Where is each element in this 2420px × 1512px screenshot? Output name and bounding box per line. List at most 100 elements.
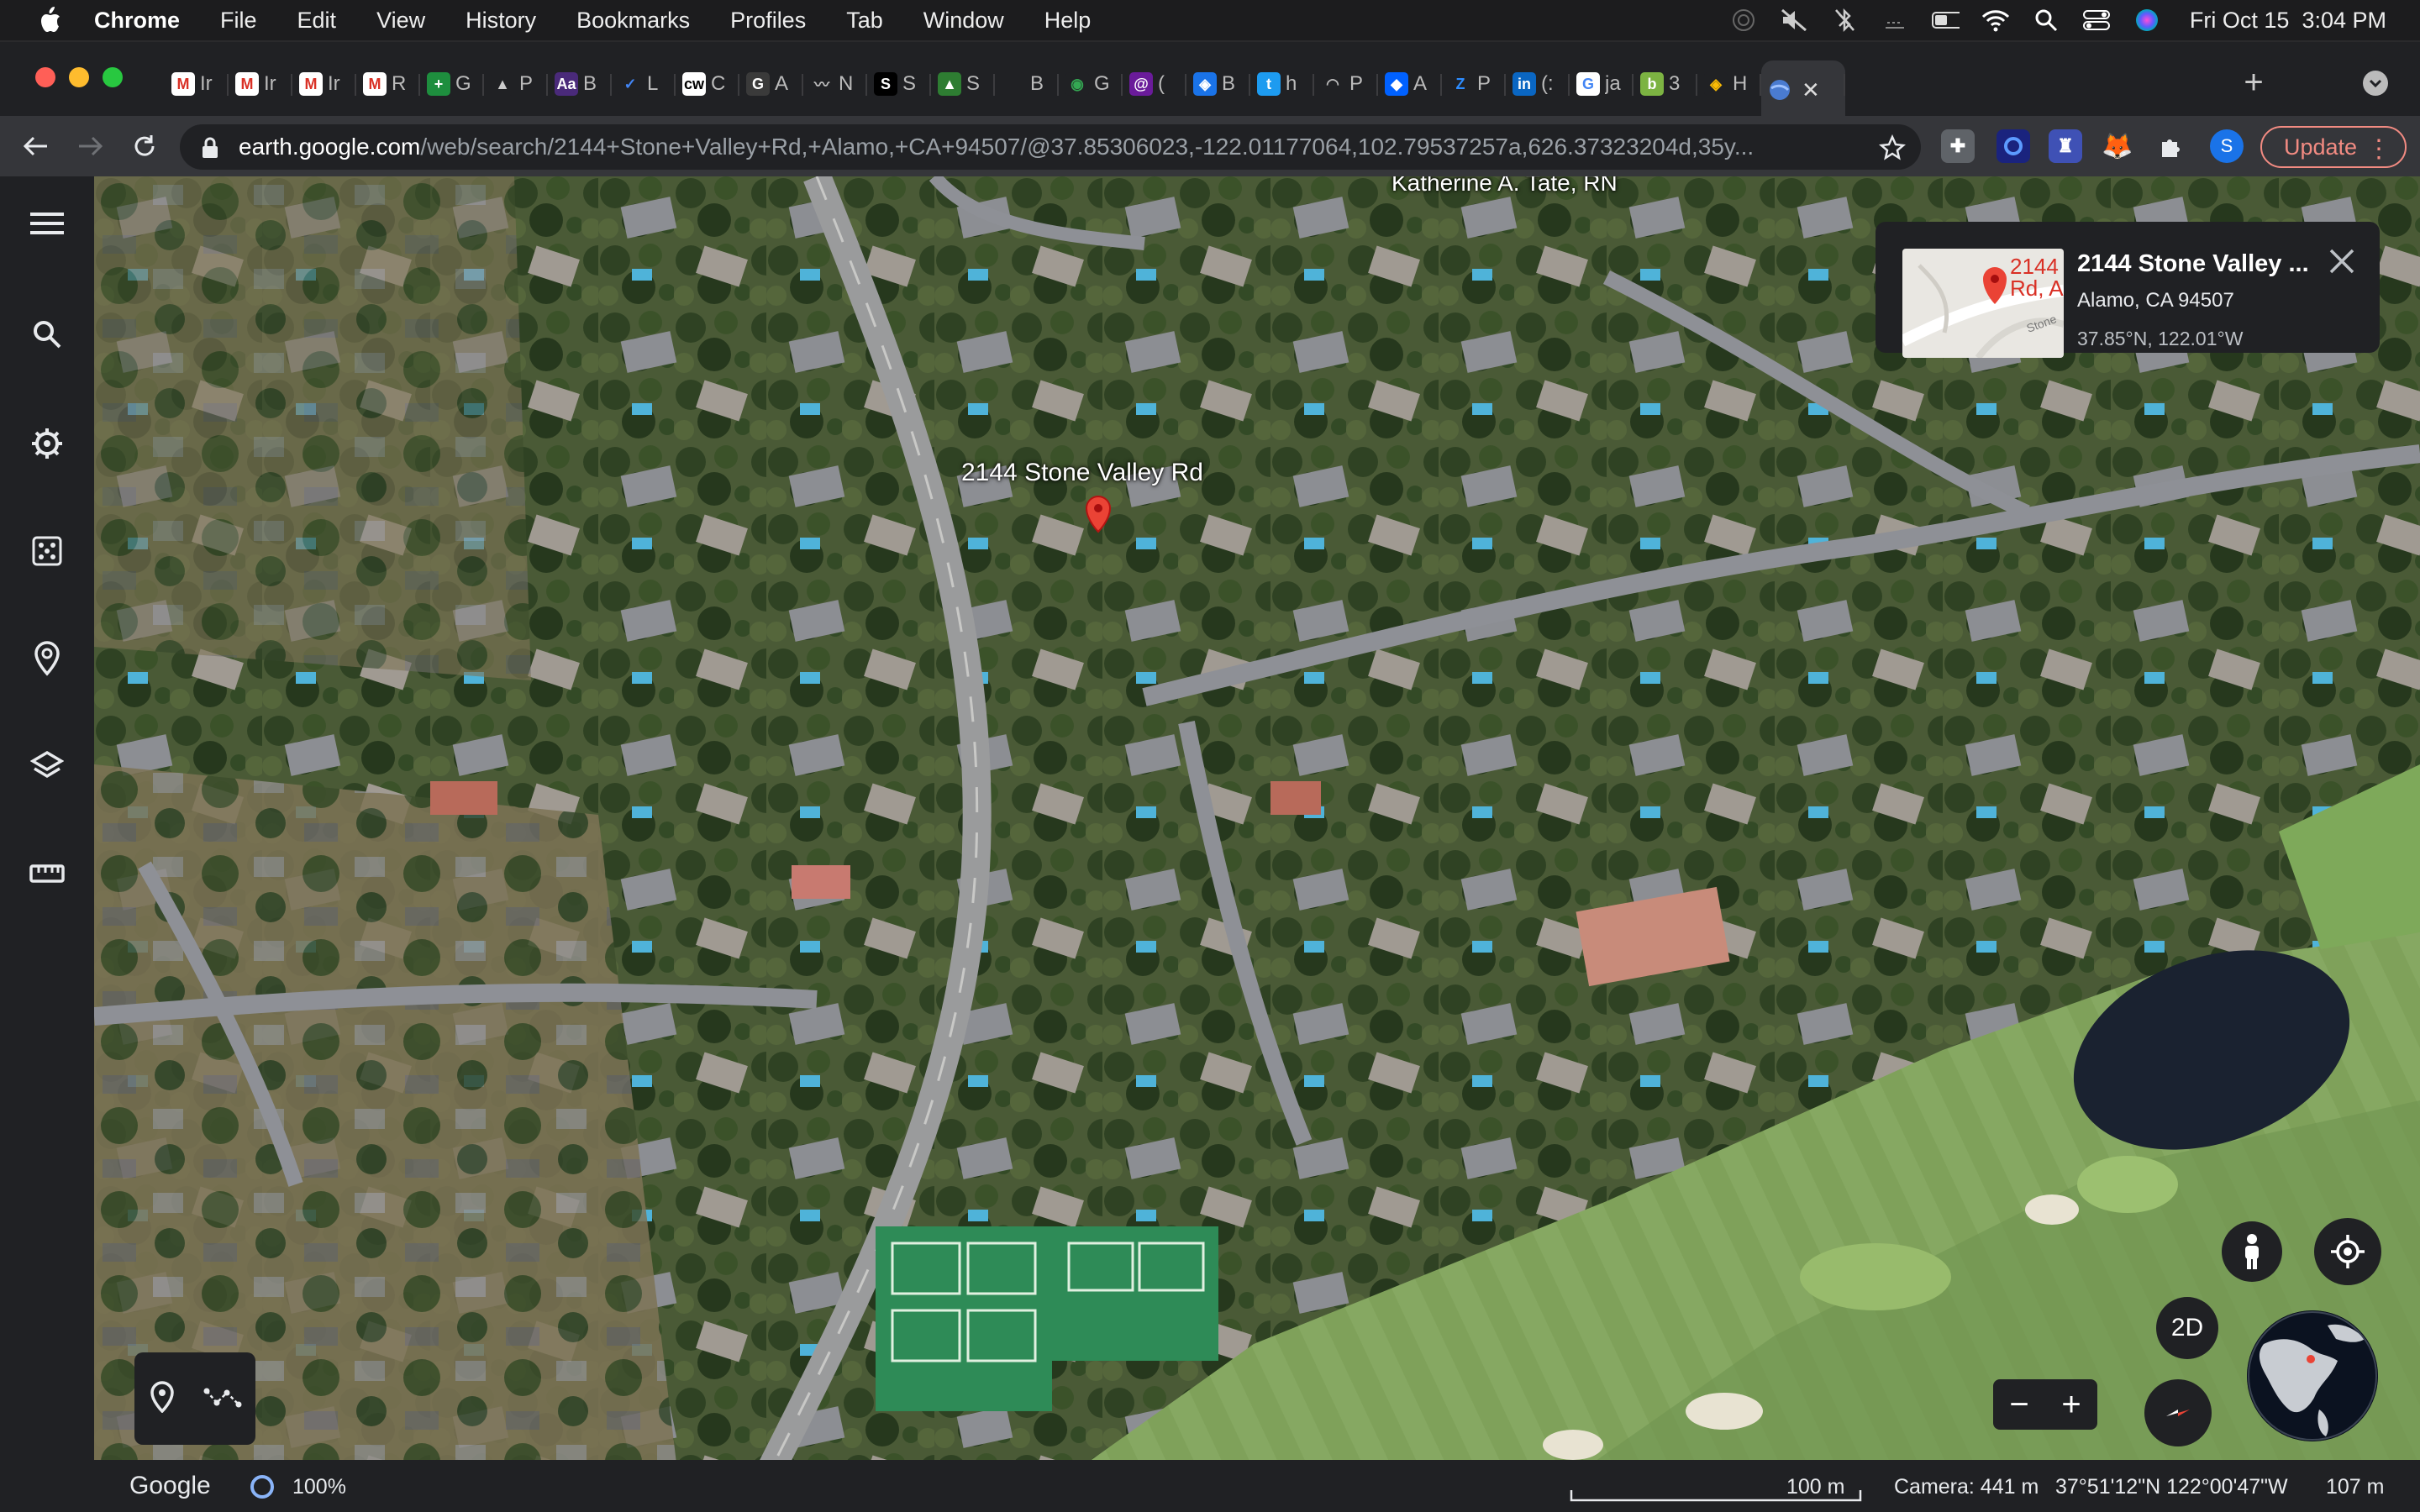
tab-favicon-icon: ▲ [491, 72, 514, 96]
scale-label: 100 m [1786, 1475, 1845, 1499]
browser-tab[interactable]: ✓ L [612, 60, 676, 108]
map-label-business[interactable]: Katherine A. Tate, RN [1392, 176, 1618, 197]
network-monitor-icon[interactable] [1881, 8, 1909, 33]
window-minimize-button[interactable] [69, 67, 89, 87]
menu-file[interactable]: File [220, 8, 257, 34]
tab-title: N [839, 72, 854, 95]
menu-app-name[interactable]: Chrome [94, 8, 180, 34]
window-close-button[interactable] [35, 67, 55, 87]
menu-help[interactable]: Help [1044, 8, 1092, 34]
browser-tab[interactable]: SS [867, 60, 931, 108]
overview-globe[interactable] [2247, 1310, 2378, 1441]
browser-tab[interactable]: @( [1123, 60, 1186, 108]
extension-metamask-icon[interactable]: 🦊 [2101, 129, 2134, 163]
lock-icon[interactable] [200, 136, 220, 165]
more-menu-icon[interactable]: ⋮ [2366, 134, 2391, 164]
update-button[interactable]: Update ⋮ [2260, 126, 2407, 168]
tab-favicon-icon: + [427, 72, 450, 96]
projects-pin-icon[interactable] [24, 635, 71, 682]
spotlight-search-icon[interactable] [2032, 8, 2060, 33]
menu-profiles[interactable]: Profiles [730, 8, 806, 34]
extension-person-icon[interactable]: ♜ [2049, 129, 2082, 163]
address-bar[interactable]: earth.google.com/web/search/2144+Stone+V… [180, 124, 1921, 170]
extensions-puzzle-icon[interactable] [2154, 129, 2188, 163]
browser-tab[interactable]: Gja [1570, 60, 1634, 108]
browser-tab[interactable]: ◆ A [1378, 60, 1442, 108]
browser-tab[interactable]: ▲ P [484, 60, 548, 108]
zoom-out-button[interactable]: − [2009, 1386, 2028, 1424]
compass-icon[interactable] [2144, 1379, 2212, 1446]
map-style-layers-icon[interactable] [24, 743, 71, 790]
browser-tab[interactable]: in (: [1506, 60, 1570, 108]
control-center-icon[interactable] [2082, 8, 2111, 33]
bluetooth-off-icon[interactable] [1830, 8, 1859, 33]
browser-tab[interactable]: 〰 N [803, 60, 867, 108]
add-placemark-icon[interactable] [149, 1380, 176, 1417]
url-host: earth.google.com [239, 134, 421, 160]
siri-icon[interactable] [2133, 8, 2161, 33]
extension-translate-icon[interactable]: ✚ [1941, 129, 1975, 163]
menu-hamburger-icon[interactable] [24, 200, 71, 247]
menu-view[interactable]: View [376, 8, 425, 34]
browser-tab[interactable]: B [995, 60, 1059, 108]
browser-tab[interactable]: ◉ G [1059, 60, 1123, 108]
browser-tab[interactable]: M Ir [165, 60, 229, 108]
menu-tab[interactable]: Tab [846, 8, 883, 34]
browser-tab[interactable]: cw C [676, 60, 739, 108]
close-icon[interactable] [2328, 247, 2356, 276]
forward-button[interactable] [72, 128, 109, 165]
menu-window[interactable]: Window [923, 8, 1004, 34]
wifi-icon[interactable] [1981, 8, 2010, 33]
browser-tab[interactable]: + G [420, 60, 484, 108]
menu-history[interactable]: History [466, 8, 536, 34]
search-icon[interactable] [24, 311, 71, 358]
battery-icon[interactable] [1931, 8, 1960, 33]
browser-tab[interactable]: b3 [1634, 60, 1697, 108]
browser-tab-active[interactable]: ✕ [1761, 60, 1845, 119]
tab-favicon-icon: ◉ [1065, 72, 1089, 96]
pegman-street-view-icon[interactable] [2222, 1221, 2282, 1282]
place-thumbnail-map[interactable]: 2144 Rd, A Stone [1902, 249, 2064, 358]
tab-close-icon[interactable]: ✕ [1802, 77, 1820, 103]
my-location-icon[interactable] [2314, 1218, 2381, 1285]
google-earth-viewport: Katherine A. Tate, RN 2144 Stone Valley … [0, 176, 2420, 1512]
browser-tab[interactable]: ▲ S [931, 60, 995, 108]
browser-tab[interactable]: M Ir [292, 60, 356, 108]
thumb-label-line2: Rd, A [2010, 276, 2064, 301]
bookmark-star-icon[interactable] [1879, 134, 1906, 167]
browser-tab[interactable]: ZP [1442, 60, 1506, 108]
menubar-clock[interactable]: Fri Oct 15 3:04 PM [2190, 8, 2386, 34]
profile-avatar[interactable]: S [2210, 129, 2244, 163]
feeling-lucky-dice-icon[interactable] [24, 528, 71, 575]
mute-icon[interactable] [1780, 8, 1808, 33]
browser-tab[interactable]: th [1250, 60, 1314, 108]
browser-tab[interactable]: MR [356, 60, 420, 108]
browser-tab[interactable]: GA [739, 60, 803, 108]
voyager-icon[interactable] [24, 420, 71, 467]
new-tab-button[interactable]: + [2235, 64, 2272, 101]
extension-circle-icon[interactable] [1996, 129, 2030, 163]
tab-title: ( [1158, 72, 1165, 95]
menu-edit[interactable]: Edit [297, 8, 337, 34]
toggle-2d-button[interactable]: 2D [2156, 1297, 2218, 1359]
browser-tab[interactable]: Aa B [548, 60, 612, 108]
place-info-card[interactable]: 2144 Rd, A Stone 2144 Stone Valley ... A… [1876, 222, 2380, 358]
browser-tab[interactable]: M Ir [229, 60, 292, 108]
tab-title: H [1733, 72, 1748, 95]
airdrop-icon[interactable] [1729, 8, 1758, 33]
back-button[interactable] [17, 128, 54, 165]
browser-tab[interactable]: ◈ H [1697, 60, 1761, 108]
map-place-label[interactable]: 2144 Stone Valley Rd [961, 459, 1203, 487]
satellite-map[interactable] [94, 176, 2420, 1512]
tab-title: S [902, 72, 917, 95]
tab-search-button[interactable] [2363, 71, 2388, 96]
apple-icon[interactable] [35, 6, 64, 34]
draw-path-icon[interactable] [203, 1384, 242, 1414]
browser-tab[interactable]: ◈ B [1186, 60, 1250, 108]
window-zoom-button[interactable] [103, 67, 123, 87]
zoom-in-button[interactable]: + [2061, 1386, 2081, 1424]
browser-tab[interactable]: ◠ P [1314, 60, 1378, 108]
reload-button[interactable] [126, 128, 163, 165]
measure-ruler-icon[interactable] [24, 850, 71, 897]
menu-bookmarks[interactable]: Bookmarks [576, 8, 690, 34]
